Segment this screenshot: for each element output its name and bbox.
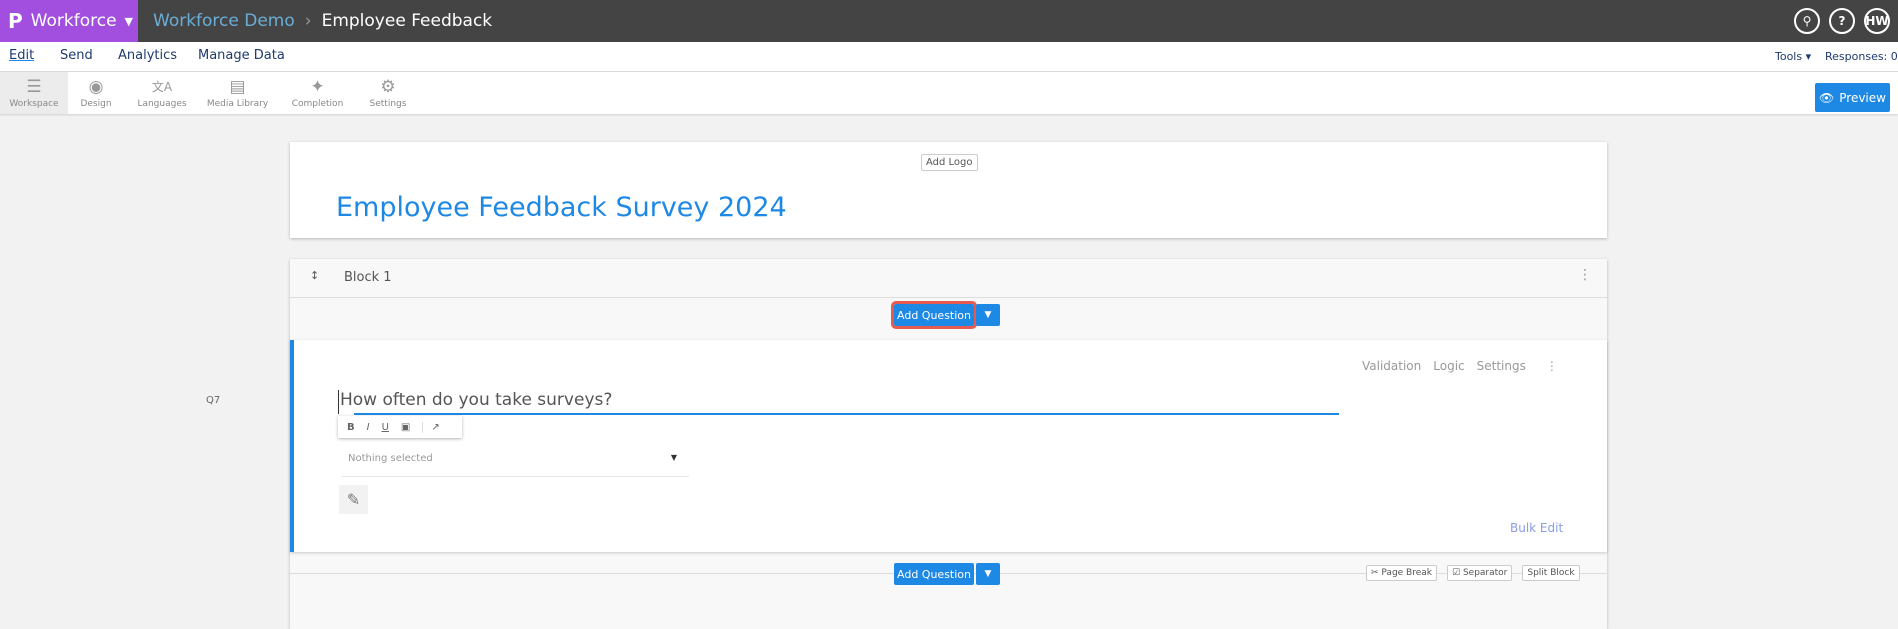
- question-actions: Validation Logic Settings ⋮: [1362, 359, 1558, 373]
- toolbar-media-library[interactable]: ▤ Media Library: [205, 72, 270, 114]
- bold-button[interactable]: B: [347, 422, 355, 433]
- toolbar-languages[interactable]: 文A Languages: [132, 72, 192, 114]
- more-vertical-icon[interactable]: ⋮: [1578, 267, 1592, 283]
- more-vertical-icon[interactable]: ⋮: [1546, 359, 1558, 373]
- image-icon[interactable]: ▣: [401, 422, 410, 433]
- chevron-down-icon: ▼: [984, 569, 992, 579]
- magic-wand-icon: ✦: [310, 76, 325, 97]
- external-link-icon[interactable]: ↗: [422, 421, 440, 433]
- italic-button[interactable]: I: [367, 422, 370, 433]
- collapse-icon[interactable]: ↕: [310, 269, 319, 282]
- bulk-edit-link[interactable]: Bulk Edit: [1510, 521, 1563, 535]
- page-break-button[interactable]: ✂ Page Break: [1366, 565, 1437, 581]
- separator-label: Separator: [1462, 568, 1508, 578]
- image-icon: ▤: [229, 76, 246, 97]
- survey-title[interactable]: Employee Feedback Survey 2024: [336, 192, 787, 223]
- toolbar-label: Workspace: [9, 98, 59, 109]
- question-text-input[interactable]: How often do you take surveys?: [338, 390, 1343, 414]
- chevron-down-icon: ▼: [984, 310, 992, 320]
- page-break-label: Page Break: [1381, 568, 1432, 578]
- block-card: ↕ Block 1 ⋮ Add Question ▼ Validation Lo…: [290, 259, 1607, 629]
- languages-icon: 文A: [151, 79, 173, 94]
- toolbar-label: Settings: [369, 98, 407, 109]
- responses-count: Responses: 0: [1825, 50, 1898, 63]
- pencil-icon: ✎: [346, 490, 361, 509]
- add-logo-button[interactable]: Add Logo: [921, 154, 978, 171]
- breadcrumb-current: Employee Feedback: [321, 11, 493, 31]
- palette-icon: ◉: [88, 76, 104, 97]
- format-toolbar: B I U ▣ ↗: [338, 416, 462, 438]
- question-card[interactable]: Validation Logic Settings ⋮ How often do…: [290, 340, 1607, 552]
- toolbar-label: Languages: [137, 98, 187, 109]
- checkbox-icon: ☑: [1452, 568, 1463, 578]
- split-block-button[interactable]: Split Block: [1522, 565, 1580, 581]
- scissors-icon: ✂: [1371, 568, 1382, 578]
- breadcrumb: Workforce Demo › Employee Feedback: [153, 0, 492, 42]
- dropdown-value: Nothing selected: [348, 453, 433, 464]
- question-number: Q7: [206, 395, 221, 406]
- answer-dropdown[interactable]: Nothing selected ▼: [342, 447, 689, 477]
- survey-header-card: Add Logo Employee Feedback Survey 2024: [290, 142, 1607, 238]
- breadcrumb-parent[interactable]: Workforce Demo: [153, 11, 295, 31]
- search-icon[interactable]: ⚲: [1794, 8, 1820, 34]
- preview-button[interactable]: 👁 Preview: [1815, 83, 1890, 112]
- footer-add-question-group: Add Question ▼: [894, 563, 1000, 585]
- separator-button[interactable]: ☑ Separator: [1447, 565, 1513, 581]
- brand-label: Workforce: [30, 11, 117, 31]
- toolbar-label: Media Library: [206, 98, 269, 109]
- edit-choices-button[interactable]: ✎: [339, 485, 368, 514]
- workspace-icon: ☰: [26, 76, 42, 97]
- toolbar-label: Design: [80, 98, 112, 109]
- menu-analytics[interactable]: Analytics: [118, 48, 177, 63]
- toolbar-settings[interactable]: ⚙ Settings: [363, 72, 413, 114]
- add-question-dropdown[interactable]: ▼: [976, 304, 1000, 326]
- footer-add-question-dropdown[interactable]: ▼: [976, 563, 1000, 585]
- add-question-group: Add Question ▼: [891, 301, 1000, 329]
- menu-manage-data[interactable]: Manage Data: [198, 48, 285, 63]
- toolbar-design[interactable]: ◉ Design: [70, 72, 122, 114]
- logo-icon: P: [8, 9, 23, 33]
- underline-button[interactable]: U: [382, 422, 389, 433]
- menu-send[interactable]: Send: [60, 48, 93, 63]
- chevron-down-icon: ▼: [124, 14, 133, 28]
- toolbar-label: Completion: [291, 98, 344, 109]
- menu-bar: Edit Send Analytics Manage Data Tools ▾ …: [0, 42, 1898, 72]
- block-header: ↕ Block 1 ⋮: [290, 259, 1607, 298]
- toolbar: ☰ Workspace ◉ Design 文A Languages ▤ Media Li…: [0, 72, 1898, 114]
- block-name[interactable]: Block 1: [344, 270, 392, 285]
- tools-menu[interactable]: Tools ▾: [1775, 50, 1811, 63]
- logic-link[interactable]: Logic: [1433, 359, 1464, 373]
- breadcrumb-separator: ›: [304, 11, 312, 31]
- gear-icon: ⚙: [380, 76, 396, 97]
- settings-link[interactable]: Settings: [1477, 359, 1526, 373]
- chevron-down-icon: ▼: [670, 453, 677, 462]
- block-footer-actions: ✂ Page Break ☑ Separator Split Block: [1366, 565, 1580, 581]
- help-icon[interactable]: ?: [1829, 8, 1855, 34]
- top-bar: P Workforce ▼ Workforce Demo › Employee …: [0, 0, 1898, 42]
- footer-add-question-button[interactable]: Add Question: [894, 563, 974, 585]
- menu-edit[interactable]: Edit: [9, 48, 34, 63]
- preview-label: Preview: [1839, 90, 1886, 105]
- validation-link[interactable]: Validation: [1362, 359, 1421, 373]
- brand-menu[interactable]: P Workforce ▼: [0, 0, 138, 42]
- avatar[interactable]: HW: [1864, 8, 1890, 34]
- add-question-button[interactable]: Add Question: [891, 301, 977, 329]
- toolbar-workspace[interactable]: ☰ Workspace: [0, 72, 68, 114]
- eye-icon: 👁: [1819, 90, 1835, 105]
- input-focus-line: [354, 413, 1339, 415]
- toolbar-completion[interactable]: ✦ Completion: [290, 72, 345, 114]
